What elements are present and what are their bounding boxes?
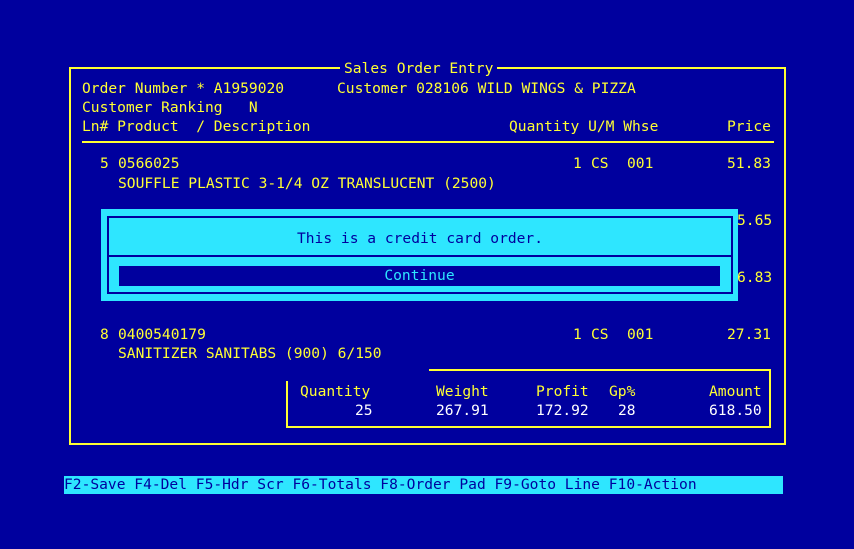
line-product: 0400540179: [118, 326, 206, 343]
totals-quantity-value: 25: [355, 402, 373, 419]
totals-weight-value: 267.91: [436, 402, 489, 419]
line-description: SOUFFLE PLASTIC 3-1/4 OZ TRANSLUCENT (25…: [118, 175, 496, 192]
window-title: Sales Order Entry: [340, 59, 498, 78]
order-number: Order Number * A1959020: [82, 80, 285, 97]
column-header-qty-um-whse: Quantity U/M Whse: [509, 118, 659, 135]
line-number: 5: [100, 155, 109, 172]
continue-button[interactable]: Continue: [119, 266, 720, 286]
line-price: 27.31: [727, 326, 771, 343]
line-quantity: 1: [573, 326, 582, 343]
line-price: 5.65: [737, 212, 773, 229]
header-divider: [82, 141, 774, 143]
line-um: CS: [591, 155, 609, 172]
line-quantity: 1: [573, 155, 582, 172]
totals-weight-label: Weight: [436, 383, 489, 400]
totals-gp-value: 28: [618, 402, 636, 419]
line-description: SANITIZER SANITABS (900) 6/150: [118, 345, 382, 362]
customer-ranking: Customer Ranking N: [82, 99, 258, 116]
totals-profit-value: 172.92: [536, 402, 589, 419]
line-um: CS: [591, 326, 609, 343]
column-header-price: Price: [727, 118, 771, 135]
line-price: 6.83: [737, 269, 773, 286]
line-product: 0566025: [118, 155, 180, 172]
line-whse: 001: [627, 155, 654, 172]
function-key-bar[interactable]: F2-Save F4-Del F5-Hdr Scr F6-Totals F8-O…: [64, 476, 783, 494]
line-price: 51.83: [727, 155, 771, 172]
dialog-divider: [107, 255, 733, 257]
column-header-product: Ln# Product / Description: [82, 118, 311, 135]
line-number: 8: [100, 326, 109, 343]
totals-amount-label: Amount: [709, 383, 762, 400]
dialog-message: This is a credit card order.: [296, 230, 543, 247]
totals-gp-label: Gp%: [609, 383, 636, 400]
customer-info: Customer 028106 WILD WINGS & PIZZA: [337, 80, 636, 97]
line-whse: 001: [627, 326, 654, 343]
totals-quantity-label: Quantity: [300, 383, 371, 400]
totals-profit-label: Profit: [536, 383, 589, 400]
totals-amount-value: 618.50: [709, 402, 762, 419]
